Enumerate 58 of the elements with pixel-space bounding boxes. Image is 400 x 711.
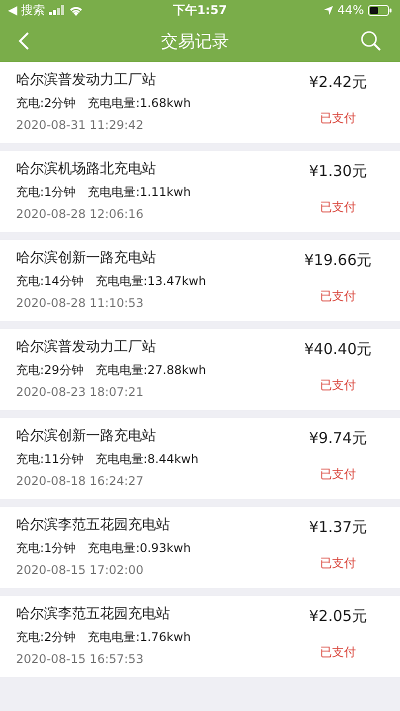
station-name: 哈尔滨普发动力工厂站 [16,71,157,89]
battery-icon [368,4,392,16]
charge-duration: 充电:1分钟 [16,184,76,201]
transaction-time: 2020-08-28 12:06:16 [16,207,144,221]
transaction-card[interactable]: 哈尔滨创新一路充电站 充电:14分钟 充电电量:13.47kwh 2020-08-28 11:10:53 ¥19.66元 已支付 [0,240,400,321]
station-name: 哈尔滨机场路北充电站 [16,160,157,178]
amount: ¥40.40元 [304,340,372,359]
search-icon[interactable] [360,30,382,52]
amount: ¥19.66元 [304,251,372,270]
payment-status: 已支付 [320,644,356,661]
status-time: 下午1:57 [173,2,227,18]
charge-energy: 充电电量:13.47kwh [95,273,206,290]
location-arrow-icon [324,6,334,14]
payment-status: 已支付 [320,110,356,127]
transaction-time: 2020-08-15 17:02:00 [16,563,144,577]
amount: ¥1.37元 [309,518,367,537]
station-name: 哈尔滨普发动力工厂站 [16,338,157,356]
transaction-card[interactable]: 哈尔滨李范五花园充电站 充电:2分钟 充电电量:1.76kwh 2020-08-15 16:57:53 ¥2.05元 已支付 [0,596,400,677]
signal-icon [49,5,66,15]
transaction-card[interactable]: 哈尔滨李范五花园充电站 充电:1分钟 充电电量:0.93kwh 2020-08-15 17:02:00 ¥1.37元 已支付 [0,507,400,588]
charge-duration: 充电:14分钟 [16,273,84,290]
transaction-card[interactable]: 哈尔滨创新一路充电站 充电:11分钟 充电电量:8.44kwh 2020-08-18 16:24:27 ¥9.74元 已支付 [0,418,400,499]
charge-energy: 充电电量:0.93kwh [88,540,191,557]
payment-status: 已支付 [320,555,356,572]
charge-energy: 充电电量:1.68kwh [88,95,191,112]
transaction-time: 2020-08-31 11:29:42 [16,118,144,132]
transaction-time: 2020-08-15 16:57:53 [16,652,144,666]
transaction-time: 2020-08-23 18:07:21 [16,385,144,399]
station-name: 哈尔滨创新一路充电站 [16,427,157,445]
transaction-card[interactable]: 哈尔滨普发动力工厂站 充电:29分钟 充电电量:27.88kwh 2020-08-23 18:07:21 ¥40.40元 已支付 [0,329,400,410]
charge-energy: 充电电量:1.11kwh [88,184,191,201]
payment-status: 已支付 [320,199,356,216]
transaction-card[interactable]: 哈尔滨普发动力工厂站 充电:2分钟 充电电量:1.68kwh 2020-08-31 11:29:42 ¥2.42元 已支付 [0,62,400,143]
back-icon[interactable] [18,31,30,51]
transaction-time: 2020-08-28 11:10:53 [16,296,144,310]
charge-duration: 充电:2分钟 [16,629,76,646]
amount: ¥2.42元 [309,73,367,92]
station-name: 哈尔滨创新一路充电站 [16,249,157,267]
amount: ¥2.05元 [309,607,367,626]
charge-energy: 充电电量:1.76kwh [88,629,191,646]
amount: ¥9.74元 [309,429,367,448]
payment-status: 已支付 [320,288,356,305]
charge-duration: 充电:2分钟 [16,95,76,112]
station-name: 哈尔滨李范五花园充电站 [16,605,171,623]
charge-energy: 充电电量:8.44kwh [95,451,198,468]
charge-duration: 充电:29分钟 [16,362,84,379]
charge-duration: 充电:1分钟 [16,540,76,557]
charge-energy: 充电电量:27.88kwh [95,362,206,379]
payment-status: 已支付 [320,377,356,394]
amount: ¥1.30元 [309,162,367,181]
station-name: 哈尔滨李范五花园充电站 [16,516,171,534]
charge-duration: 充电:11分钟 [16,451,84,468]
battery-percent: 44% [337,3,364,17]
page-title: 交易记录 [161,30,229,52]
payment-status: 已支付 [320,466,356,483]
transaction-card[interactable]: 哈尔滨机场路北充电站 充电:1分钟 充电电量:1.11kwh 2020-08-28 12:06:16 ¥1.30元 已支付 [0,151,400,232]
wifi-icon [69,4,84,16]
transaction-time: 2020-08-18 16:24:27 [16,474,144,488]
